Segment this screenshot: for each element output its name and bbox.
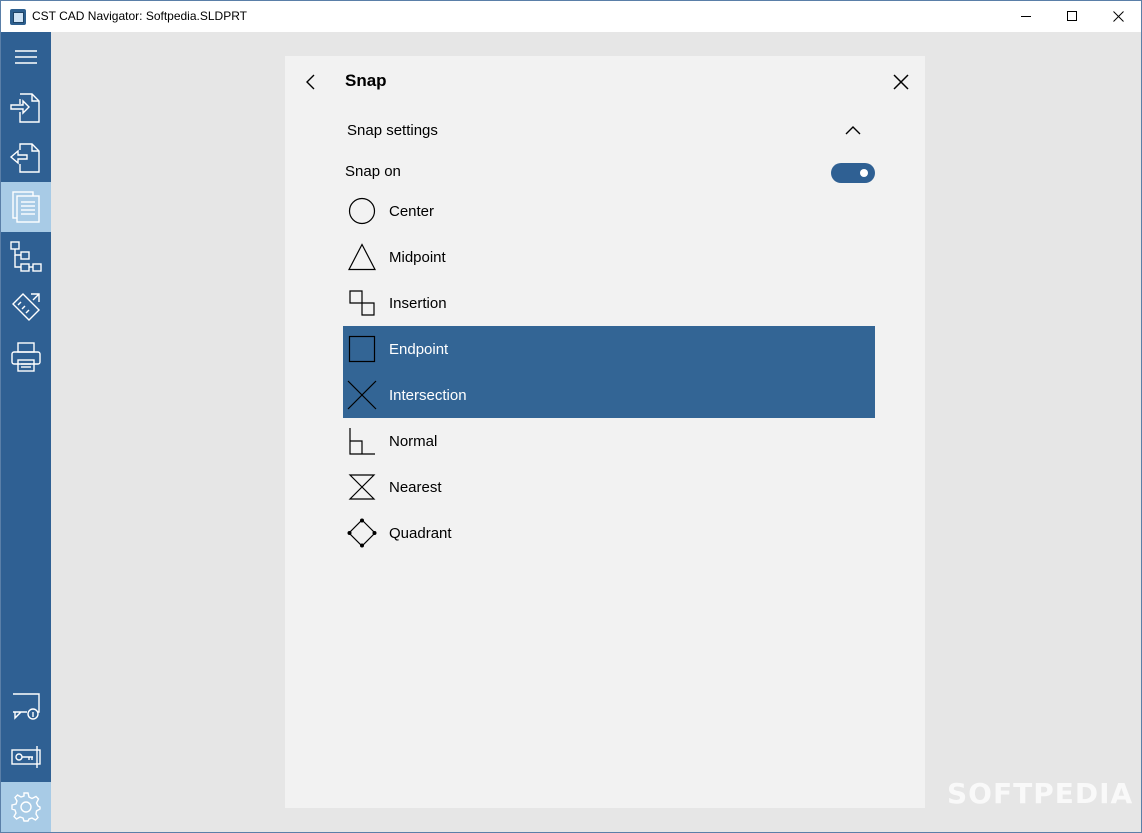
snap-item-quadrant[interactable]: Quadrant (343, 510, 875, 556)
export-icon (9, 143, 40, 173)
toggle-knob (860, 169, 868, 177)
measure-icon (12, 293, 40, 321)
snap-item-label: Midpoint (389, 248, 446, 266)
maximize-icon (1066, 11, 1077, 21)
sidebar-feedback-button[interactable] (1, 682, 51, 732)
snap-on-toggle[interactable] (831, 163, 875, 183)
sidebar-license-button[interactable] (1, 732, 51, 782)
snap-item-label: Insertion (389, 294, 447, 312)
insertion-icon (347, 288, 377, 318)
settings-gear-icon (11, 792, 41, 822)
snap-item-center[interactable]: Center (343, 188, 875, 234)
maximize-button[interactable] (1049, 1, 1095, 32)
window-close-button[interactable] (1095, 1, 1141, 32)
chevron-up-icon (845, 126, 861, 135)
title-bar: CST CAD Navigator: Softpedia.SLDPRT (1, 1, 1141, 32)
sidebar-measure-button[interactable] (1, 282, 51, 332)
circle-icon (347, 196, 377, 226)
chevron-left-icon (306, 74, 315, 90)
snap-item-intersection[interactable]: Intersection (343, 372, 875, 418)
snap-item-label: Intersection (389, 386, 467, 404)
sidebar (1, 32, 51, 832)
snap-item-label: Center (389, 202, 435, 220)
square-icon (347, 334, 377, 364)
sidebar-export-button[interactable] (1, 132, 51, 182)
snap-item-endpoint[interactable]: Endpoint (343, 326, 875, 372)
structure-tree-icon (10, 241, 42, 272)
print-icon (11, 342, 41, 372)
back-button[interactable] (299, 70, 323, 94)
snap-item-insertion[interactable]: Insertion (343, 280, 875, 326)
minimize-icon (1020, 16, 1031, 17)
snap-item-nearest[interactable]: Nearest (343, 464, 875, 510)
snap-on-label: Snap on (345, 163, 401, 180)
snap-item-label: Normal (389, 432, 438, 450)
normal-icon (347, 426, 377, 456)
snap-mode-list: Center Midpoint Insertion Endpoint Inter… (343, 188, 875, 556)
import-icon (10, 93, 40, 123)
triangle-icon (347, 242, 377, 272)
diamond-icon (347, 518, 377, 548)
section-collapse-button[interactable] (843, 120, 863, 140)
close-icon (893, 74, 909, 90)
snap-settings-header[interactable]: Snap settings (347, 122, 438, 139)
softpedia-watermark: SOFTPEDIA (947, 777, 1134, 810)
snap-item-label: Quadrant (389, 524, 452, 542)
license-key-icon (11, 746, 41, 768)
minimize-button[interactable] (1003, 1, 1049, 32)
menu-icon (15, 50, 37, 64)
document-icon (12, 191, 40, 223)
app-logo-icon (10, 9, 26, 25)
window-close-icon (1112, 11, 1124, 22)
snap-item-label: Nearest (389, 478, 442, 496)
sidebar-document-button[interactable] (1, 182, 51, 232)
sidebar-settings-button[interactable] (1, 782, 51, 832)
sidebar-structure-button[interactable] (1, 232, 51, 282)
cross-icon (347, 380, 377, 410)
sidebar-print-button[interactable] (1, 332, 51, 382)
app-window: CST CAD Navigator: Softpedia.SLDPRT Snap… (0, 0, 1142, 833)
panel-title: Snap (345, 71, 387, 90)
snap-panel: Snap Snap settings Snap on Center Midpoi… (285, 56, 925, 808)
window-title: CST CAD Navigator: Softpedia.SLDPRT (32, 9, 247, 23)
sidebar-menu-button[interactable] (1, 32, 51, 82)
snap-item-label: Endpoint (389, 340, 449, 358)
snap-item-normal[interactable]: Normal (343, 418, 875, 464)
snap-item-midpoint[interactable]: Midpoint (343, 234, 875, 280)
feedback-icon (13, 693, 40, 720)
sidebar-import-button[interactable] (1, 82, 51, 132)
panel-close-button[interactable] (889, 70, 913, 94)
hourglass-icon (347, 472, 377, 502)
